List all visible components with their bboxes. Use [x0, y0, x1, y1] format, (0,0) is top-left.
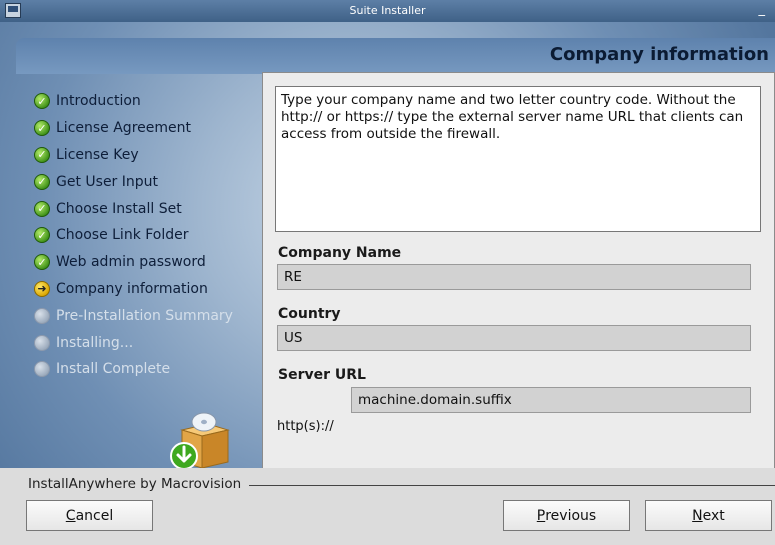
server-url-label: Server URL: [278, 367, 366, 383]
step-label: Install Complete: [56, 361, 171, 378]
step-license-key: ✓ License Key: [34, 142, 233, 169]
cancel-mnemonic: C: [65, 507, 76, 524]
page-title: Company information: [549, 44, 769, 65]
arrow-right-circle-icon: ➜: [34, 280, 50, 297]
country-field[interactable]: US: [277, 325, 751, 351]
step-choose-install-set: ✓ Choose Install Set: [34, 195, 233, 222]
country-label: Country: [278, 306, 341, 322]
next-mnemonic: N: [692, 507, 703, 524]
check-circle-icon: ✓: [34, 173, 50, 190]
check-circle-icon: ✓: [34, 146, 50, 163]
main-area: Company information ✓ Introduction ✓ Lic…: [0, 22, 775, 489]
step-web-admin-password: ✓ Web admin password: [34, 249, 233, 276]
step-license-agreement: ✓ License Agreement: [34, 115, 233, 142]
empty-circle-icon: [34, 361, 50, 378]
content-panel: Type your company name and two letter co…: [262, 72, 775, 489]
previous-label: revious: [545, 507, 597, 524]
step-label: Company information: [56, 280, 208, 297]
next-button[interactable]: Next: [645, 500, 772, 531]
step-get-user-input: ✓ Get User Input: [34, 168, 233, 195]
step-company-information: ➜ Company information: [34, 276, 233, 303]
step-label: Choose Install Set: [56, 200, 182, 217]
step-label: Introduction: [56, 93, 141, 110]
company-name-field[interactable]: RE: [277, 264, 751, 290]
check-circle-icon: ✓: [34, 120, 50, 137]
step-label: License Key: [56, 146, 139, 163]
minimize-button[interactable]: _: [759, 2, 766, 17]
cancel-label: ancel: [75, 507, 114, 524]
next-label: ext: [702, 507, 725, 524]
cancel-button[interactable]: Cancel: [26, 500, 153, 531]
step-install-complete: Install Complete: [34, 356, 233, 383]
step-label: Web admin password: [56, 254, 206, 271]
step-installing: Installing...: [34, 329, 233, 356]
window-title: Suite Installer: [349, 4, 426, 17]
previous-button[interactable]: Previous: [503, 500, 630, 531]
installer-window: Suite Installer _ Company information ✓ …: [0, 0, 775, 545]
check-circle-icon: ✓: [34, 93, 50, 110]
empty-circle-icon: [34, 307, 50, 324]
previous-mnemonic: P: [536, 507, 546, 524]
footer: InstallAnywhere by Macrovision Cancel Pr…: [0, 468, 775, 545]
server-url-field[interactable]: machine.domain.suffix: [351, 387, 751, 413]
installer-box-icon: [170, 412, 230, 470]
step-label: Installing...: [56, 334, 134, 351]
step-label: Pre-Installation Summary: [56, 307, 233, 324]
company-name-label: Company Name: [278, 245, 402, 261]
check-circle-icon: ✓: [34, 200, 50, 217]
steps-list: ✓ Introduction ✓ License Agreement ✓ Lic…: [34, 88, 233, 383]
step-label: License Agreement: [56, 120, 191, 137]
title-bar[interactable]: Suite Installer _: [0, 0, 775, 22]
description-box: Type your company name and two letter co…: [275, 86, 761, 232]
brand-label: InstallAnywhere by Macrovision: [28, 476, 250, 492]
empty-circle-icon: [34, 334, 50, 351]
step-introduction: ✓ Introduction: [34, 88, 233, 115]
step-choose-link-folder: ✓ Choose Link Folder: [34, 222, 233, 249]
step-label: Choose Link Folder: [56, 227, 189, 244]
step-label: Get User Input: [56, 173, 159, 190]
check-circle-icon: ✓: [34, 254, 50, 271]
check-circle-icon: ✓: [34, 227, 50, 244]
server-url-prefix: http(s)://: [277, 419, 334, 434]
step-pre-installation-summary: Pre-Installation Summary: [34, 302, 233, 329]
header-bar: Company information: [16, 38, 775, 74]
